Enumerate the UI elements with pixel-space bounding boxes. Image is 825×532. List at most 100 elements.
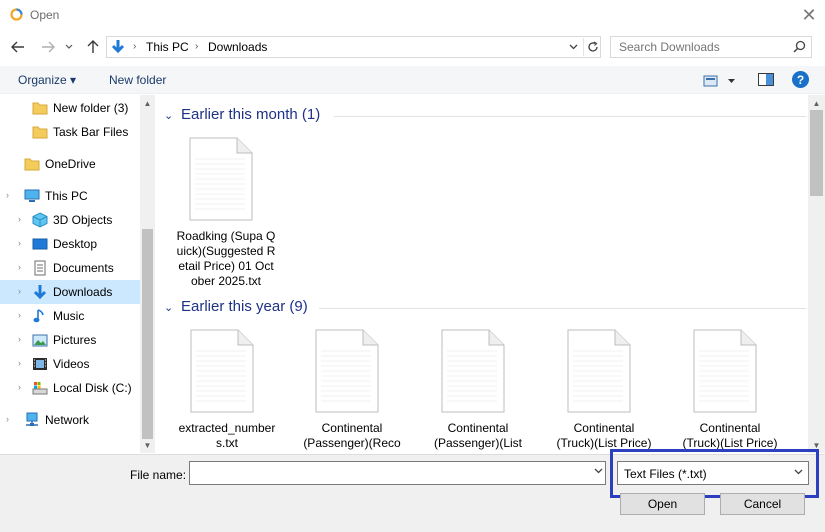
nav-item-onedrive[interactable]: OneDrive [0,152,140,176]
new-folder-button[interactable]: New folder [109,73,166,87]
nav-item-desktop[interactable]: › Desktop [0,232,140,256]
app-icon [10,8,23,21]
expand-chevron-icon[interactable]: › [18,262,21,272]
chevron-down-icon [569,44,577,50]
forward-arrow-icon [42,41,55,53]
close-button[interactable]: ✕ [796,3,822,27]
nav-item-task-bar-files[interactable]: Task Bar Files [0,120,140,144]
refresh-button[interactable] [583,38,601,56]
help-icon: ? [796,72,805,87]
nav-item-videos[interactable]: › Videos [0,352,140,376]
navigation-pane: New folder (3) Task Bar Files OneDrive ›… [0,95,155,453]
group-divider [334,116,806,117]
text-file-icon [190,329,254,413]
open-button[interactable]: Open [620,493,705,515]
breadcrumb-downloads[interactable]: Downloads [208,40,267,54]
collapse-chevron-icon[interactable]: ⌄ [164,109,178,122]
address-bar[interactable]: › This PC › Downloads [106,36,601,58]
nav-scroll-up-button[interactable]: ▲ [140,96,155,111]
expand-chevron-icon[interactable]: › [18,286,21,296]
view-icon [703,75,735,87]
cancel-button[interactable]: Cancel [720,493,805,515]
nav-scrollbar-thumb[interactable] [142,229,153,439]
group-header-earlier-this-month[interactable]: ⌄ Earlier this month (1) [164,106,806,128]
videos-icon [33,358,47,370]
recent-locations-button[interactable] [62,37,76,57]
content-scroll-up-button[interactable]: ▲ [808,96,825,111]
desktop-icon [32,238,48,250]
address-history-dropdown[interactable] [564,38,582,56]
nav-scroll-down-button[interactable]: ▼ [140,438,155,453]
collapse-chevron-icon[interactable]: ⌄ [164,301,178,314]
group-header-earlier-this-year[interactable]: ⌄ Earlier this year (9) [164,298,806,320]
nav-item-label: Local Disk (C:) [53,381,132,395]
expand-chevron-icon[interactable]: › [18,310,21,320]
content-scrollbar-thumb[interactable] [810,110,823,196]
title-bar [0,0,825,30]
file-name: Continental (Truck)(List Price) [556,421,652,450]
back-button[interactable] [8,37,28,57]
network-icon [26,412,38,426]
change-view-button[interactable] [703,72,739,90]
expand-chevron-icon[interactable]: › [6,190,9,200]
up-button[interactable] [83,37,103,57]
nav-item-music[interactable]: › Music [0,304,140,328]
nav-item-network[interactable]: › Network [0,408,140,432]
expand-chevron-icon[interactable]: › [6,414,9,424]
expand-chevron-icon[interactable]: › [18,334,21,344]
up-arrow-icon [87,40,99,53]
downloads-location-icon [111,40,125,54]
nav-item-local-disk-c[interactable]: › Local Disk (C:) [0,376,140,400]
chevron-down-icon: ▼ [143,441,152,450]
pictures-icon [32,334,48,347]
chevron-down-icon[interactable] [594,466,603,477]
preview-pane-icon [758,73,774,86]
nav-item-label: Task Bar Files [53,125,129,139]
text-file-icon [693,329,757,413]
breadcrumb-separator: › [195,41,199,52]
nav-item-new-folder-3[interactable]: New folder (3) [0,96,140,120]
forward-button[interactable] [38,37,58,57]
nav-item-documents[interactable]: › Documents [0,256,140,280]
file-name-combobox[interactable] [189,461,606,485]
nav-item-3d-objects[interactable]: › 3D Objects [0,208,140,232]
expand-chevron-icon[interactable]: › [18,358,21,368]
search-icon [793,40,806,53]
file-name-label: File name: [130,468,187,482]
search-box[interactable] [610,36,812,58]
music-icon [33,309,44,323]
pc-icon [24,189,40,202]
help-button[interactable]: ? [792,71,809,88]
expand-chevron-icon[interactable]: › [18,214,21,224]
expand-chevron-icon[interactable]: › [18,382,21,392]
file-name-input[interactable] [193,465,583,479]
nav-item-label: OneDrive [45,157,96,171]
file-name: Roadking (Supa Quick)(Suggested Retail P… [176,229,276,288]
back-arrow-icon [11,41,24,53]
preview-pane-button[interactable] [757,71,775,89]
refresh-icon [587,41,598,52]
onedrive-folder-icon [24,158,40,171]
nav-item-this-pc[interactable]: › This PC [0,184,140,208]
text-file-icon [315,329,379,413]
breadcrumb-this-pc[interactable]: This PC [146,40,189,54]
nav-item-label: Downloads [53,285,113,299]
downloads-icon [33,285,47,300]
group-title: Earlier this year (9) [181,298,308,315]
organize-button[interactable]: Organize ▾ [18,73,76,87]
file-name: extracted_numbers.txt [178,421,276,450]
search-input[interactable] [619,40,789,54]
nav-item-label: Documents [53,261,114,275]
nav-item-label: This PC [45,189,88,203]
window-title: Open [30,8,60,22]
expand-chevron-icon[interactable]: › [18,238,21,248]
nav-item-downloads[interactable]: › Downloads [0,280,140,304]
text-file-icon [189,137,253,221]
nav-item-label: Videos [53,357,90,371]
group-title: Earlier this month (1) [181,106,321,123]
text-file-icon [441,329,505,413]
highlight-box [610,449,819,498]
3d-objects-icon [32,212,48,228]
chevron-up-icon: ▲ [143,99,152,108]
nav-item-pictures[interactable]: › Pictures [0,328,140,352]
